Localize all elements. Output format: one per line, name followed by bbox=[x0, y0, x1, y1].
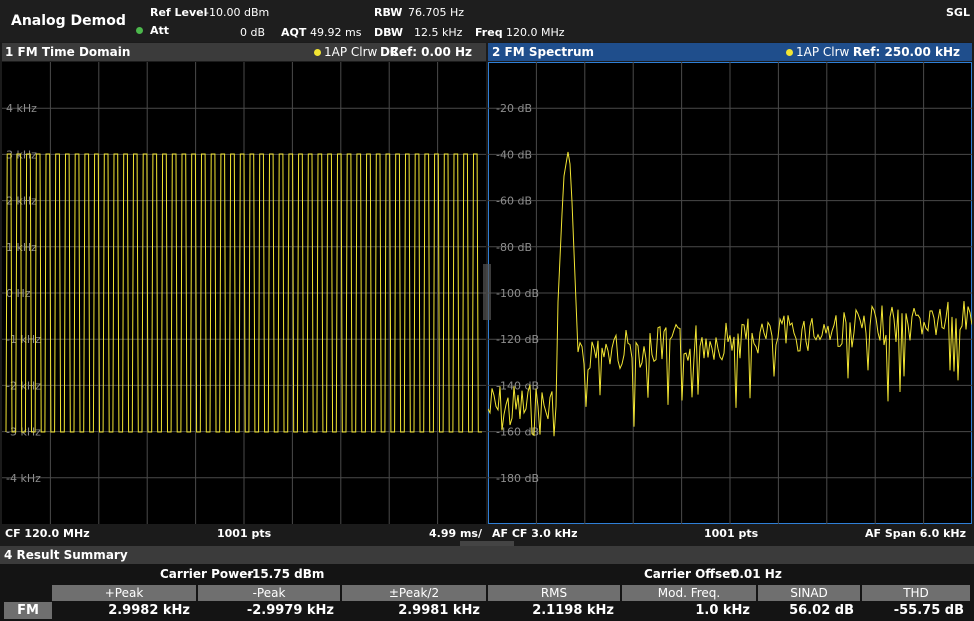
value-peak-minus: -2.9979 kHz bbox=[246, 603, 334, 618]
carrier-offset-value: 0.01 Hz bbox=[731, 567, 782, 581]
aqt-value[interactable]: 49.92 ms bbox=[310, 26, 361, 39]
y-axis-label: 0 Hz bbox=[6, 287, 31, 300]
panel-time-domain-footer: CF 120.0 MHz 1001 pts 4.99 ms/ bbox=[2, 525, 486, 543]
center-frequency-label: CF 120.0 MHz bbox=[5, 527, 90, 540]
aqt-label: AQT bbox=[281, 26, 307, 39]
vertical-splitter-handle[interactable] bbox=[483, 264, 491, 320]
af-span-label: AF Span 6.0 kHz bbox=[865, 527, 966, 540]
carrier-offset-label: Carrier Offset bbox=[644, 567, 737, 581]
panel-spectrum-footer: AF CF 3.0 kHz 1001 pts AF Span 6.0 kHz bbox=[488, 525, 972, 543]
att-value[interactable]: 0 dB bbox=[240, 26, 265, 39]
value-peak-plus: 2.9982 kHz bbox=[108, 603, 190, 618]
carrier-power-value: -15.75 dBm bbox=[247, 567, 325, 581]
y-axis-label: -40 dB bbox=[496, 148, 532, 161]
y-axis-label: -4 kHz bbox=[6, 472, 41, 485]
y-axis-label: -140 dB bbox=[496, 379, 539, 392]
col-header-peak-half: ±Peak/2 bbox=[342, 585, 486, 601]
value-thd: -55.75 dB bbox=[893, 603, 964, 618]
trace-mode-badge: 1AP Clrw bbox=[314, 43, 377, 61]
points-label: 1001 pts bbox=[217, 527, 272, 540]
col-header-rms: RMS bbox=[488, 585, 620, 601]
spectrum-plot[interactable]: -20 dB -40 dB -60 dB -80 dB -100 dB -120 dB -1… bbox=[488, 62, 972, 524]
y-axis-label: -80 dB bbox=[496, 241, 532, 254]
panel-time-domain-titlebar[interactable]: 1 FM Time Domain 1AP Clrw DC Ref: 0.00 H… bbox=[2, 43, 486, 61]
col-header-thd: THD bbox=[862, 585, 970, 601]
dbw-value[interactable]: 12.5 kHz bbox=[414, 26, 462, 39]
trace-indicator-icon bbox=[786, 49, 793, 56]
ref-level-label: Ref Level bbox=[150, 6, 208, 19]
sweep-mode-indicator[interactable]: SGL bbox=[946, 6, 970, 19]
trace-mode-label: 1AP Clrw bbox=[796, 45, 850, 59]
col-header-mod-freq: Mod. Freq. bbox=[622, 585, 756, 601]
spectrum-graph: -20 dB -40 dB -60 dB -80 dB -100 dB -120 dB -1… bbox=[488, 62, 972, 524]
value-sinad: 56.02 dB bbox=[789, 603, 854, 618]
carrier-power-label: Carrier Power bbox=[160, 567, 254, 581]
y-axis-label: 4 kHz bbox=[6, 102, 37, 115]
time-domain-plot[interactable]: 4 kHz 3 kHz 2 kHz 1 kHz 0 Hz -1 kHz -2 kHz -3 k… bbox=[2, 62, 486, 524]
rbw-value[interactable]: 76.705 Hz bbox=[408, 6, 464, 19]
y-axis-label: -180 dB bbox=[496, 472, 539, 485]
result-summary-titlebar[interactable]: 4 Result Summary bbox=[0, 546, 974, 564]
col-header-peak-minus: -Peak bbox=[198, 585, 340, 601]
trace-mode-badge: 1AP Clrw bbox=[786, 43, 849, 61]
y-axis-label: -20 dB bbox=[496, 102, 532, 115]
dbw-label: DBW bbox=[374, 26, 404, 39]
panel-spectrum-titlebar[interactable]: 2 FM Spectrum 1AP Clrw Ref: 250.00 kHz bbox=[488, 43, 972, 61]
panel-time-domain-title: 1 FM Time Domain bbox=[5, 45, 131, 59]
ref-value-label: Ref: 250.00 kHz bbox=[852, 45, 960, 59]
att-label: Att bbox=[150, 24, 170, 37]
col-header-sinad: SINAD bbox=[758, 585, 860, 601]
time-domain-graph: 4 kHz3 kHz2 kHz1 kHz0 Hz-1 kHz-2 kHz-3 k… bbox=[2, 62, 486, 524]
app-title[interactable]: Analog Demod bbox=[11, 13, 126, 29]
result-summary-title: 4 Result Summary bbox=[4, 548, 128, 562]
y-axis-label: -60 dB bbox=[496, 195, 532, 208]
trace-mode-label: 1AP Clrw bbox=[324, 45, 378, 59]
panel-spectrum-title: 2 FM Spectrum bbox=[492, 45, 595, 59]
y-axis-label: -2 kHz bbox=[6, 379, 41, 392]
points-label: 1001 pts bbox=[704, 527, 759, 540]
y-axis-label: -120 dB bbox=[496, 333, 539, 346]
rbw-label: RBW bbox=[374, 6, 403, 19]
value-peak-half: 2.9981 kHz bbox=[398, 603, 480, 618]
freq-value[interactable]: 120.0 MHz bbox=[506, 26, 565, 39]
col-header-peak-plus: +Peak bbox=[52, 585, 196, 601]
freq-label: Freq bbox=[475, 26, 503, 39]
ref-level-value[interactable]: -10.00 dBm bbox=[205, 6, 269, 19]
row-label-fm: FM bbox=[4, 602, 52, 619]
trace-indicator-icon bbox=[314, 49, 321, 56]
ref-value-label: Ref: 0.00 Hz bbox=[389, 45, 472, 59]
value-mod-freq: 1.0 kHz bbox=[695, 603, 750, 618]
y-axis-label: -100 dB bbox=[496, 287, 539, 300]
value-rms: 2.1198 kHz bbox=[532, 603, 614, 618]
y-axis-label: 1 kHz bbox=[6, 241, 37, 254]
att-status-indicator bbox=[136, 27, 143, 34]
